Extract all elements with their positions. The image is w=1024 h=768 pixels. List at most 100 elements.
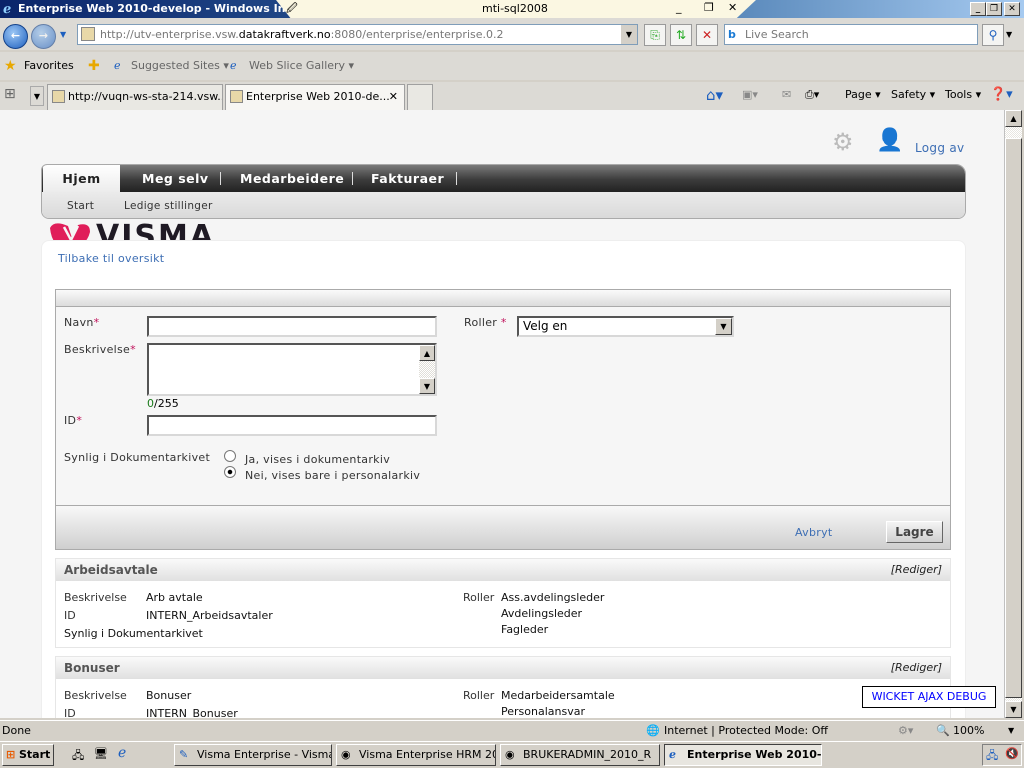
id-input[interactable]: [147, 415, 437, 436]
taskbar-item[interactable]: ✎ Visma Enterprise - Visma ...: [174, 744, 332, 766]
compatibility-icon[interactable]: ⎘: [644, 24, 666, 46]
taskbar-label: Visma Enterprise HRM 20...: [359, 748, 496, 761]
edit-link[interactable]: [Rediger]: [891, 657, 942, 679]
system-tray: 🖧 🔇: [982, 744, 1022, 766]
search-placeholder: Live Search: [745, 28, 809, 41]
ie-icon: ℯ: [114, 59, 121, 72]
edit-link[interactable]: [Rediger]: [891, 559, 942, 581]
show-desktop-icon[interactable]: 🖥: [94, 747, 108, 760]
minimize-button[interactable]: _: [970, 2, 986, 16]
subnav-ledige-stillinger[interactable]: Ledige stillinger: [124, 200, 213, 212]
section-header: Arbeidsavtale [Rediger]: [56, 559, 950, 581]
save-button[interactable]: Lagre: [886, 521, 943, 543]
popup-close-button[interactable]: ✕: [728, 0, 737, 16]
taskbar-label: Enterprise Web 2010-...: [687, 748, 822, 761]
char-counter: 0/255: [147, 397, 179, 410]
history-dropdown-icon[interactable]: ▼: [60, 30, 66, 39]
select-dropdown-icon[interactable]: ▼: [715, 318, 732, 335]
quicklaunch-icon[interactable]: 🖧: [72, 747, 84, 766]
page-scrollbar[interactable]: ▲ ▼: [1004, 110, 1022, 718]
print-icon[interactable]: ⎙▾: [805, 86, 819, 104]
popup-title: mti-sql2008: [482, 2, 548, 15]
start-button[interactable]: ⊞ Start: [2, 744, 54, 766]
nav-tab-hjem[interactable]: Hjem: [43, 165, 120, 192]
refresh-icon[interactable]: ⇅: [670, 24, 692, 46]
beskrivelse-label: Beskrivelse: [64, 689, 127, 702]
home-icon[interactable]: ⌂▾: [706, 86, 723, 104]
section-title: Bonuser: [64, 661, 120, 675]
textarea-scrollbar[interactable]: ▲ ▼: [419, 345, 435, 394]
zoom-dropdown-icon[interactable]: ▼: [1008, 721, 1014, 741]
scroll-up-icon[interactable]: ▲: [1005, 110, 1022, 127]
status-bar: Done 🌐 Internet | Protected Mode: Off ⚙▾…: [0, 720, 1024, 741]
browser-tab[interactable]: http://vuqn-ws-sta-214.vsw...: [47, 84, 223, 110]
safety-menu[interactable]: Safety ▾: [891, 86, 935, 104]
favorites-button[interactable]: Favorites: [24, 52, 74, 80]
mail-icon[interactable]: ✉: [782, 86, 791, 104]
app-icon: 🖉: [286, 2, 298, 15]
back-to-overview-link[interactable]: Tilbake til oversikt: [58, 252, 164, 265]
taskbar-item-active[interactable]: ℯ Enterprise Web 2010-...: [664, 744, 822, 766]
nav-tab-medarbeidere[interactable]: Medarbeidere: [240, 165, 344, 192]
radio-ja[interactable]: [224, 450, 236, 462]
close-button[interactable]: ✕: [1004, 2, 1020, 16]
favorites-bar: ★ Favorites ✚ ℯ Suggested Sites ▾ ℯ Web …: [0, 52, 1024, 80]
tab-list-dropdown[interactable]: ▼: [30, 86, 44, 106]
search-button[interactable]: ⚲: [982, 24, 1004, 46]
feeds-icon[interactable]: ▣▾: [742, 86, 758, 104]
form-header: [56, 290, 950, 307]
navn-input[interactable]: [147, 316, 437, 337]
web-slice-icon: ℯ: [230, 59, 237, 72]
nav-tab-fakturaer[interactable]: Fakturaer: [371, 165, 444, 192]
address-input[interactable]: http://utv-enterprise.vsw.datakraftverk.…: [77, 24, 638, 45]
page-menu[interactable]: Page ▾: [845, 86, 881, 104]
maximize-button[interactable]: ❐: [986, 2, 1002, 16]
help-icon[interactable]: ❓▾: [990, 86, 1013, 104]
cancel-link[interactable]: Avbryt: [795, 526, 833, 539]
radio-ja-label[interactable]: Ja, vises i dokumentarkiv: [245, 453, 390, 466]
volume-muted-icon[interactable]: 🔇: [1005, 747, 1019, 760]
stop-icon[interactable]: ✕: [696, 24, 718, 46]
scroll-down-icon[interactable]: ▼: [419, 378, 435, 394]
address-dropdown-icon[interactable]: ▼: [621, 25, 637, 44]
suggested-sites-link[interactable]: Suggested Sites ▾: [131, 52, 229, 80]
roller-select[interactable]: Velg en ▼: [517, 316, 734, 337]
search-options-icon[interactable]: ▼: [1006, 30, 1012, 39]
tools-menu[interactable]: Tools ▾: [945, 86, 981, 104]
radio-nei-label[interactable]: Nei, vises bare i personalarkiv: [245, 469, 420, 482]
quick-tabs-icon[interactable]: ⊞: [4, 86, 26, 106]
back-button[interactable]: ←: [3, 24, 28, 49]
address-prefix: http://utv-enterprise.vsw.: [100, 28, 239, 41]
search-input[interactable]: b Live Search: [724, 24, 978, 45]
taskbar-item[interactable]: ◉ Visma Enterprise HRM 20...: [336, 744, 496, 766]
page-icon: [81, 27, 95, 41]
zoom-level[interactable]: 100%: [953, 721, 984, 741]
scroll-thumb[interactable]: [1005, 138, 1022, 698]
synlig-label: Synlig i Dokumentarkivet: [64, 627, 203, 640]
user-settings-icon[interactable]: 👤: [876, 128, 903, 153]
logout-link[interactable]: Logg av: [915, 141, 964, 155]
settings-gear-icon[interactable]: ⚙: [832, 128, 854, 156]
new-tab-button[interactable]: [407, 84, 433, 110]
scroll-up-icon[interactable]: ▲: [419, 345, 435, 361]
nav-divider: [456, 172, 457, 185]
popup-minimize-button[interactable]: _: [676, 0, 682, 16]
subnav-start[interactable]: Start: [67, 200, 94, 212]
wicket-ajax-debug-link[interactable]: WICKET AJAX DEBUG: [862, 686, 996, 708]
ie-quicklaunch-icon[interactable]: ℯ: [118, 745, 126, 761]
scroll-down-icon[interactable]: ▼: [1005, 701, 1022, 718]
network-icon[interactable]: 🖧: [986, 747, 998, 766]
forward-button[interactable]: →: [31, 24, 56, 49]
main-navigation: Hjem Meg selv Medarbeidere Fakturaer Sta…: [41, 164, 966, 219]
addons-icon[interactable]: ⚙▾: [898, 721, 913, 741]
browser-tab-active[interactable]: Enterprise Web 2010-de... ✕: [225, 84, 405, 110]
taskbar-item[interactable]: ◉ BRUKERADMIN_2010_R: [500, 744, 660, 766]
close-tab-icon[interactable]: ✕: [389, 85, 398, 109]
radio-nei[interactable]: [224, 466, 236, 478]
web-slice-gallery-link[interactable]: Web Slice Gallery ▾: [249, 52, 354, 80]
beskrivelse-textarea[interactable]: ▲ ▼: [147, 343, 437, 396]
popup-restore-button[interactable]: ❐: [704, 0, 714, 16]
add-favorite-icon[interactable]: ✚: [88, 52, 100, 80]
security-zone: Internet | Protected Mode: Off: [664, 724, 828, 737]
nav-tab-meg-selv[interactable]: Meg selv: [142, 165, 209, 192]
